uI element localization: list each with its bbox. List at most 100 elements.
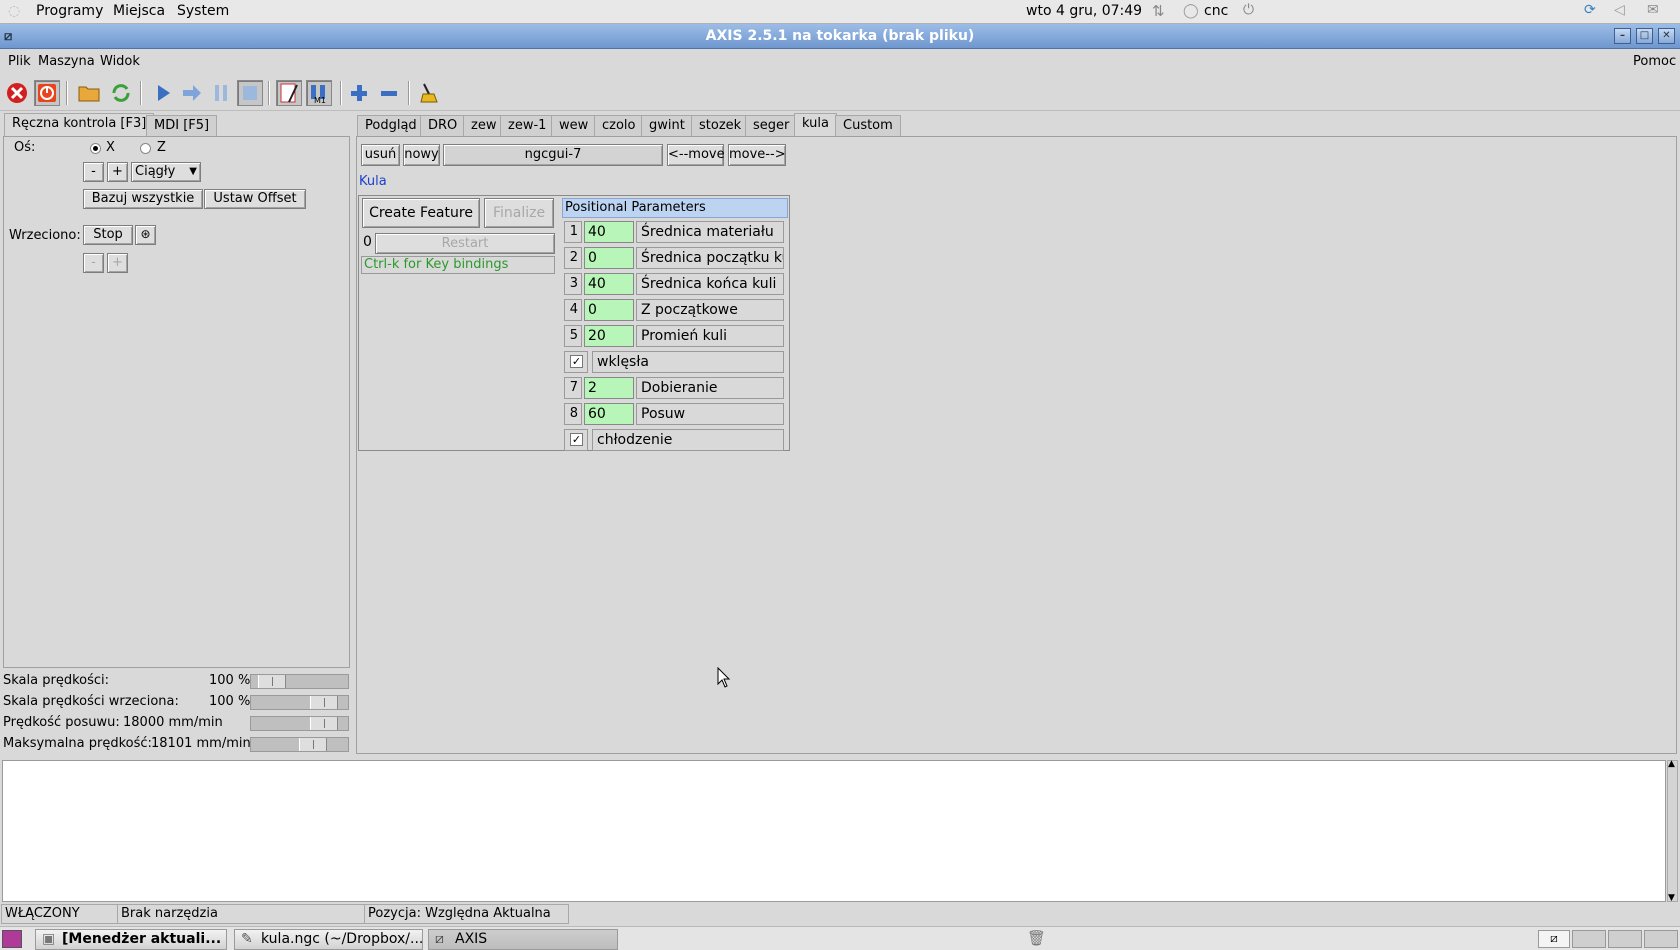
menu-system[interactable]: System — [177, 3, 229, 19]
menu-file[interactable]: Plik — [8, 54, 31, 69]
minimize-button[interactable]: – — [1614, 28, 1631, 44]
tab-manual-control[interactable]: Ręczna kontrola [F3] — [4, 113, 155, 137]
network-icon[interactable]: ⇅ — [1152, 2, 1165, 20]
tab-preview[interactable]: Podgląd — [357, 115, 425, 137]
jog-speed-slider[interactable] — [250, 716, 349, 731]
reload-button[interactable] — [108, 80, 134, 106]
volume-icon[interactable]: ◁ — [1614, 2, 1625, 18]
task-axis[interactable]: ⧄ AXIS — [428, 929, 618, 950]
tab-kula[interactable]: kula — [794, 113, 837, 137]
show-desktop-icon[interactable] — [2, 930, 22, 948]
concave-checkbox[interactable]: ✓ — [570, 355, 583, 368]
max-velocity-slider[interactable] — [250, 737, 349, 752]
task-update-manager[interactable]: ▣ [Menedżer aktuali... — [35, 929, 227, 950]
axis-x-radio[interactable] — [90, 143, 101, 154]
slider-thumb[interactable] — [310, 717, 338, 730]
menu-places[interactable]: Miejsca — [113, 3, 165, 19]
new-page-button[interactable]: nowy — [403, 144, 440, 166]
maximize-button[interactable]: □ — [1636, 28, 1653, 44]
param-value-input[interactable]: 2 — [584, 377, 634, 399]
tab-custom[interactable]: Custom — [835, 115, 901, 137]
page-name-field[interactable]: ngcgui-7 — [443, 144, 663, 166]
param-value-input[interactable]: 0 — [584, 299, 634, 321]
slider-thumb[interactable] — [310, 696, 338, 709]
param-value-input[interactable]: 60 — [584, 403, 634, 425]
move-left-button[interactable]: <--move — [667, 144, 725, 166]
machine-power-button[interactable] — [34, 80, 60, 106]
create-feature-button[interactable]: Create Feature — [362, 198, 480, 228]
zoom-in-button[interactable] — [346, 80, 372, 106]
estop-button[interactable] — [4, 80, 30, 106]
trash-icon[interactable]: 🗑 — [1027, 929, 1046, 947]
spindle-stop-button[interactable]: Stop — [83, 225, 133, 245]
coolant-checkbox[interactable]: ✓ — [570, 433, 583, 446]
tab-zew[interactable]: zew — [463, 115, 505, 137]
slider-thumb[interactable] — [299, 738, 327, 751]
jog-mode-select[interactable]: Ciągły ▼ — [131, 162, 201, 182]
text-editor-icon: ✎ — [241, 931, 253, 947]
toolbar-separator — [408, 81, 410, 105]
window-menu-icon[interactable]: ⧄ — [4, 24, 12, 49]
param-value-input[interactable]: 40 — [584, 273, 634, 295]
menu-programs[interactable]: Programy — [36, 3, 103, 19]
mail-icon[interactable]: ✉ — [1647, 2, 1659, 18]
slider-thumb[interactable] — [258, 675, 286, 688]
jog-minus-button[interactable]: - — [83, 162, 104, 182]
clear-plot-button[interactable] — [416, 80, 442, 106]
param-value-input[interactable]: 40 — [584, 221, 634, 243]
menu-view[interactable]: Widok — [100, 54, 140, 69]
jog-plus-button[interactable]: + — [107, 162, 128, 182]
scroll-up-icon[interactable]: ▲ — [1668, 759, 1675, 769]
axis-z-radio[interactable] — [140, 143, 151, 154]
block-delete-button[interactable] — [276, 80, 302, 106]
zoom-out-button[interactable] — [376, 80, 402, 106]
window-title-bar[interactable]: ⧄ AXIS 2.5.1 na tokarka (brak pliku) – □… — [0, 24, 1680, 49]
workspace-4[interactable] — [1644, 930, 1678, 948]
power-icon[interactable]: ⏻ — [1243, 2, 1254, 18]
pause-button[interactable] — [208, 80, 234, 106]
menu-machine[interactable]: Maszyna — [38, 54, 95, 69]
close-window-button[interactable]: ✕ — [1658, 28, 1675, 44]
workspace-2[interactable] — [1572, 930, 1606, 948]
remove-page-button[interactable]: usuń — [361, 144, 400, 166]
param-value-input[interactable]: 0 — [584, 247, 634, 269]
task-editor[interactable]: ✎ kula.ngc (~/Dropbox/... — [234, 929, 423, 950]
feed-override-slider[interactable] — [250, 674, 349, 689]
workspace-1[interactable]: ⧄ — [1538, 930, 1570, 948]
gnome-foot-icon[interactable]: ◌ — [8, 3, 20, 19]
home-all-button[interactable]: Bazuj wszystkie — [83, 189, 203, 209]
tab-zew-1[interactable]: zew-1 — [500, 115, 555, 137]
move-right-button[interactable]: move--> — [728, 144, 786, 166]
message-scrollbar[interactable]: ▲ ▼ — [1667, 759, 1678, 903]
tab-mdi[interactable]: MDI [F5] — [146, 115, 218, 137]
tab-wew[interactable]: wew — [551, 115, 597, 137]
step-button[interactable] — [179, 80, 205, 106]
tab-stozek[interactable]: stozek — [691, 115, 750, 137]
toolbar-separator — [340, 81, 342, 105]
workspace-3[interactable] — [1608, 930, 1642, 948]
tab-dro[interactable]: DRO — [420, 115, 466, 137]
stop-button[interactable] — [237, 80, 263, 106]
restart-button[interactable]: Restart — [375, 233, 555, 254]
optional-stop-button[interactable]: M1 — [306, 80, 332, 106]
param-value-input[interactable]: 20 — [584, 325, 634, 347]
tab-gwint[interactable]: gwint — [641, 115, 693, 137]
spindle-override-slider[interactable] — [250, 695, 349, 710]
spindle-faster-button[interactable]: + — [107, 253, 128, 273]
user-name[interactable]: cnc — [1204, 3, 1228, 19]
tab-czolo[interactable]: czolo — [594, 115, 644, 137]
clock[interactable]: wto 4 gru, 07:49 — [1026, 3, 1142, 19]
set-offset-button[interactable]: Ustaw Offset — [204, 189, 306, 209]
scroll-down-icon[interactable]: ▼ — [1668, 893, 1675, 903]
tab-seger[interactable]: seger — [745, 115, 798, 137]
update-icon[interactable]: ⟳ — [1584, 2, 1596, 18]
param-name: Z początkowe — [636, 299, 784, 321]
message-area[interactable] — [2, 760, 1666, 902]
finalize-button[interactable]: Finalize — [484, 198, 554, 228]
menu-help[interactable]: Pomoc — [1633, 54, 1676, 69]
open-file-button[interactable] — [76, 80, 102, 106]
run-button[interactable] — [150, 80, 176, 106]
spindle-override-label: Skala prędkości wrzeciona: — [3, 694, 179, 709]
spindle-slower-button[interactable]: - — [83, 253, 104, 273]
spindle-brake-button[interactable]: ⊛ — [135, 225, 156, 245]
